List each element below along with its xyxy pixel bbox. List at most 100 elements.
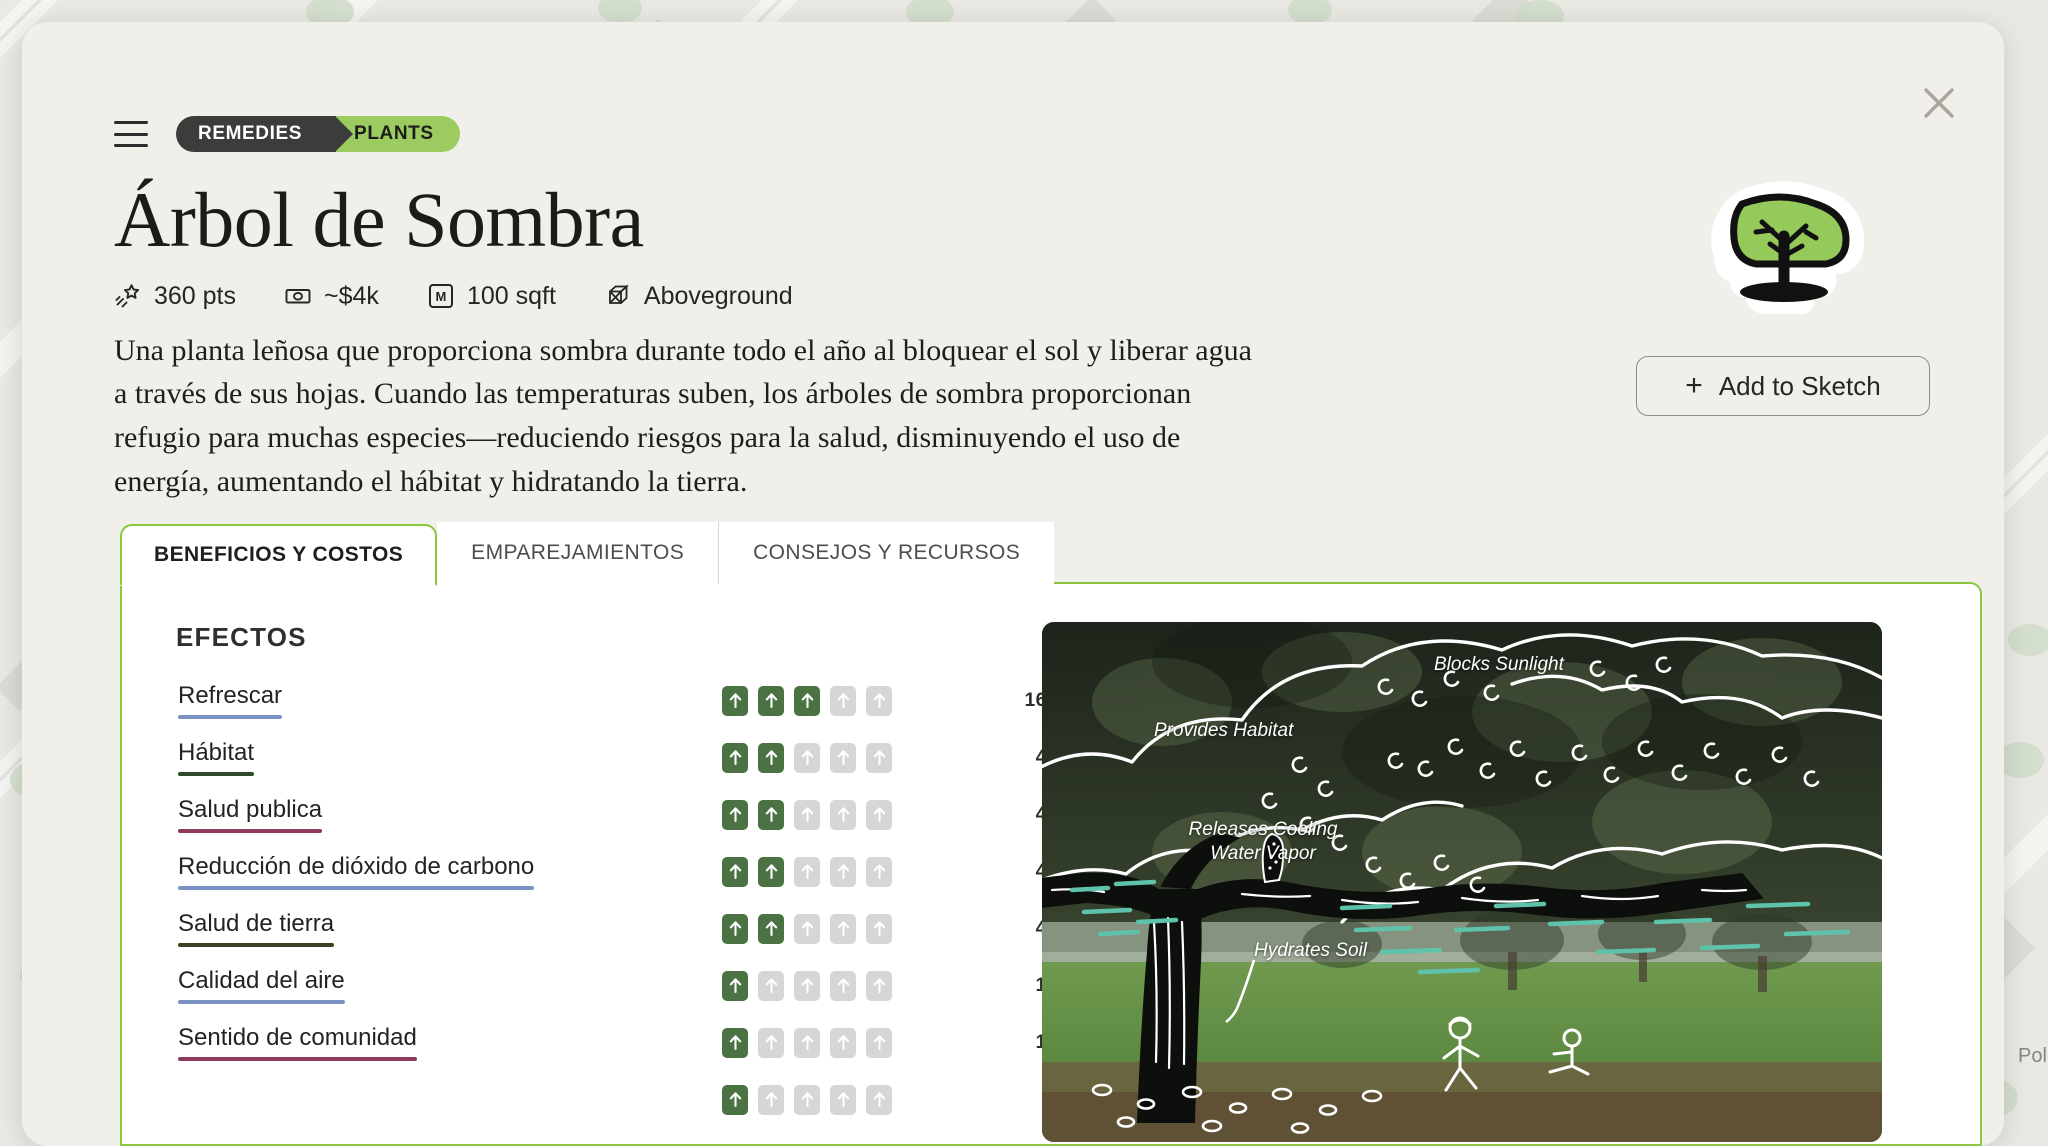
effect-row: Hábitat40 PTS [122, 729, 1102, 786]
effect-underline [178, 772, 255, 776]
arrow-up-icon [837, 978, 849, 994]
tab-group-inactive: EMPAREJAMIENTOS CONSEJOS Y RECURSOS [437, 522, 1055, 584]
rating-arrow-filled[interactable] [722, 742, 748, 773]
plant-illustration[interactable]: Blocks Sunlight Provides Habitat Release… [1042, 622, 1882, 1142]
tab-consejos-y-recursos[interactable]: CONSEJOS Y RECURSOS [719, 522, 1055, 584]
rating-arrow-empty[interactable] [866, 1027, 892, 1058]
effect-underline [178, 943, 335, 947]
rating-arrow-filled[interactable] [722, 1027, 748, 1058]
arrow-up-icon [729, 921, 741, 937]
effect-rating-arrows [722, 685, 892, 716]
breadcrumb-label-remedies: REMEDIES [198, 123, 303, 144]
arrow-up-icon [765, 1092, 777, 1108]
effect-name-link[interactable]: Calidad del aire [178, 967, 345, 998]
rating-arrow-empty[interactable] [794, 1027, 820, 1058]
stat-area-label: 100 sqft [466, 281, 556, 310]
effect-name-link[interactable]: Sentido de comunidad [178, 1024, 417, 1055]
rating-arrow-empty[interactable] [830, 970, 856, 1001]
rating-arrow-empty[interactable] [758, 1027, 784, 1058]
rating-arrow-empty[interactable] [830, 742, 856, 773]
effect-row: Salud de tierra40 PTS [122, 900, 1102, 957]
rating-arrow-filled[interactable] [758, 856, 784, 887]
effect-row: Sentido de comunidad10 PTS [122, 1014, 1102, 1071]
effect-row [122, 1071, 1002, 1128]
tab-label: EMPAREJAMIENTOS [471, 541, 685, 564]
breadcrumb-item-remedies[interactable]: REMEDIES [176, 116, 354, 152]
rating-arrow-empty[interactable] [794, 799, 820, 830]
annotation-releases-cooling-water-vapor: Releases Cooling Water Vapor [1188, 819, 1338, 864]
arrow-up-icon [765, 1035, 777, 1051]
effect-name-link[interactable]: Refrescar [178, 682, 282, 713]
header-topline: REMEDIES PLANTS [114, 116, 1259, 152]
arrow-up-icon [873, 750, 885, 766]
arrow-up-icon [765, 750, 777, 766]
rating-arrow-empty[interactable] [794, 1084, 820, 1115]
add-to-sketch-label: Add to Sketch [1718, 370, 1881, 401]
arrow-up-icon [801, 978, 813, 994]
arrow-up-icon [801, 807, 813, 823]
effect-name-wrapper: Salud publica [178, 796, 323, 833]
close-button[interactable] [1916, 80, 1962, 126]
rating-arrow-empty[interactable] [794, 856, 820, 887]
rating-arrow-empty[interactable] [830, 913, 856, 944]
rating-arrow-empty[interactable] [866, 799, 892, 830]
effect-name-wrapper: Hábitat [178, 739, 255, 776]
rating-arrow-empty[interactable] [758, 1084, 784, 1115]
rating-arrow-filled[interactable] [758, 742, 784, 773]
stat-cost-label: ~$4k [324, 281, 379, 310]
effect-underline [178, 715, 283, 719]
effect-name-wrapper: Salud de tierra [178, 910, 335, 947]
rating-arrow-filled[interactable] [758, 913, 784, 944]
arrow-up-icon [765, 693, 777, 709]
arrow-up-icon [729, 807, 741, 823]
rating-arrow-empty[interactable] [830, 1084, 856, 1115]
arrow-up-icon [837, 750, 849, 766]
rating-arrow-filled[interactable] [794, 685, 820, 716]
annotation-blocks-sunlight: Blocks Sunlight [1434, 654, 1564, 675]
arrow-up-icon [837, 1092, 849, 1108]
rating-arrow-empty[interactable] [794, 742, 820, 773]
rating-arrow-empty[interactable] [866, 685, 892, 716]
rating-arrow-empty[interactable] [758, 970, 784, 1001]
effect-name-link[interactable]: Salud publica [178, 796, 322, 827]
tab-beneficios-y-costos[interactable]: BENEFICIOS Y COSTOS [120, 524, 438, 586]
rating-arrow-empty[interactable] [794, 970, 820, 1001]
effect-name-link[interactable]: Salud de tierra [178, 910, 334, 941]
rating-arrow-filled[interactable] [722, 970, 748, 1001]
arrow-up-icon [729, 693, 741, 709]
rating-arrow-empty[interactable] [830, 799, 856, 830]
rating-arrow-filled[interactable] [722, 685, 748, 716]
arrow-up-icon [873, 1035, 885, 1051]
rating-arrow-empty[interactable] [866, 742, 892, 773]
metric-m-icon: M [427, 282, 455, 310]
stat-placement: Aboveground [604, 282, 793, 311]
rating-arrow-empty[interactable] [830, 685, 856, 716]
arrow-up-icon [765, 864, 777, 880]
effect-row: Calidad del aire10 PTS [122, 957, 1102, 1014]
tab-emparejamientos[interactable]: EMPAREJAMIENTOS [437, 522, 720, 584]
rating-arrow-filled[interactable] [722, 1084, 748, 1115]
arrow-up-icon [837, 693, 849, 709]
rating-arrow-empty[interactable] [830, 856, 856, 887]
effect-name-link[interactable]: Reducción de dióxido de carbono [178, 853, 534, 884]
modal-header: REMEDIES PLANTS Árbol de Sombra 360 pts … [114, 116, 1259, 504]
rating-arrow-empty[interactable] [830, 1027, 856, 1058]
effect-underline [178, 829, 323, 833]
tab-label: BENEFICIOS Y COSTOS [154, 543, 404, 566]
arrow-up-icon [873, 921, 885, 937]
rating-arrow-empty[interactable] [866, 856, 892, 887]
rating-arrow-empty[interactable] [866, 1084, 892, 1115]
add-to-sketch-button[interactable]: + Add to Sketch [1636, 356, 1930, 416]
rating-arrow-filled[interactable] [722, 856, 748, 887]
rating-arrow-empty[interactable] [866, 970, 892, 1001]
rating-arrow-empty[interactable] [794, 913, 820, 944]
hamburger-icon[interactable] [114, 121, 148, 147]
breadcrumb: REMEDIES PLANTS [176, 116, 460, 152]
rating-arrow-filled[interactable] [722, 799, 748, 830]
rating-arrow-filled[interactable] [722, 913, 748, 944]
rating-arrow-filled[interactable] [758, 799, 784, 830]
arrow-up-icon [873, 978, 885, 994]
rating-arrow-empty[interactable] [866, 913, 892, 944]
rating-arrow-filled[interactable] [758, 685, 784, 716]
effect-name-link[interactable]: Hábitat [178, 739, 254, 770]
